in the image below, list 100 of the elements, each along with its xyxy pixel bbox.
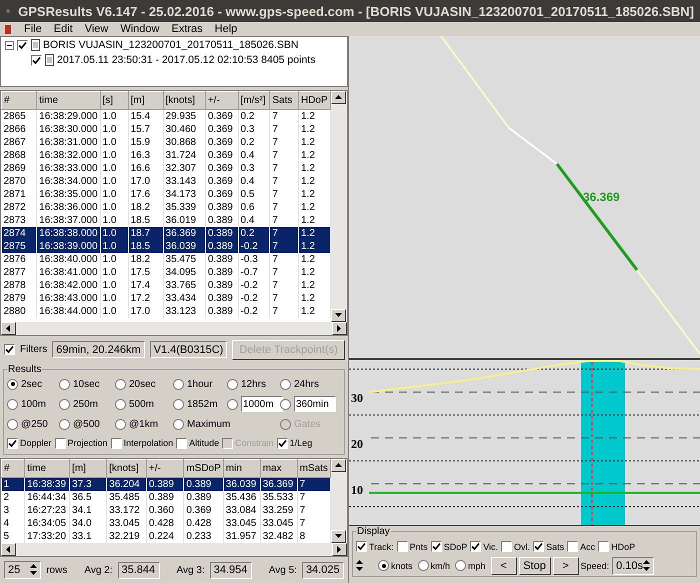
menu-item[interactable]: Edit — [54, 23, 73, 35]
input-field[interactable]: 360min — [294, 396, 336, 412]
radio-button[interactable] — [7, 378, 18, 390]
table-row[interactable]: 2880 16:38:44.000 1.0 17.0 33.123 0.389 -0.2 7 1.2 — [2, 304, 330, 318]
table-row[interactable]: 2876 16:38:40.000 1.0 18.2 35.475 0.389 -0.3 7 1.2 — [2, 252, 330, 266]
table-row[interactable]: 4 16:34:05 34.0 33.045 0.428 0.428 33.045 33.045 7 — [2, 516, 330, 530]
playback-button[interactable]: < — [490, 556, 517, 574]
vertical-scrollbar[interactable] — [331, 458, 347, 543]
column-header[interactable]: [m] — [128, 91, 164, 110]
checkbox[interactable] — [17, 40, 28, 50]
table-row[interactable]: 5 17:33:20 33.1 32.219 0.224 0.233 31.957 32.482 8 — [2, 530, 330, 543]
column-header[interactable]: [s] — [100, 91, 128, 110]
table-row[interactable]: 2872 16:38:36.000 1.0 18.2 35.339 0.389 0.6 7 1.2 — [2, 200, 330, 214]
menu-item[interactable]: Extras — [171, 23, 203, 35]
checkbox[interactable] — [54, 438, 66, 449]
playback-button[interactable]: Stop — [518, 556, 551, 574]
column-header[interactable]: [m/s²] — [238, 91, 270, 110]
radio-button[interactable] — [378, 560, 389, 571]
table-row[interactable]: 2866 16:38:30.000 1.0 15.7 30.460 0.369 0.3 7 1.2 — [2, 122, 330, 136]
column-header[interactable]: +/- — [146, 459, 184, 478]
table-row[interactable]: 2879 16:38:43.000 1.0 17.2 33.434 0.389 -0.2 7 1.2 — [2, 292, 330, 305]
table-row[interactable]: 2870 16:38:34.000 1.0 17.0 33.143 0.369 0.4 7 1.2 — [2, 174, 330, 188]
radio-button[interactable] — [115, 398, 126, 410]
input-field[interactable]: 1000m — [241, 396, 283, 412]
radio-button[interactable] — [418, 560, 429, 571]
radio-button[interactable] — [227, 398, 238, 410]
radio-button[interactable] — [227, 378, 238, 390]
horizontal-scrollbar[interactable] — [1, 543, 347, 556]
column-header[interactable]: # — [2, 459, 25, 478]
checkbox[interactable] — [110, 438, 122, 449]
table-row[interactable]: 2871 16:38:35.000 1.0 17.6 34.173 0.369 0.5 7 1.2 — [2, 188, 330, 201]
column-header[interactable]: [knots] — [163, 91, 206, 110]
table-row[interactable]: 2873 16:38:37.000 1.0 18.5 36.019 0.389 0.4 7 1.2 — [2, 214, 330, 227]
checkbox[interactable] — [176, 438, 188, 449]
horizontal-scrollbar[interactable] — [1, 322, 347, 335]
checkbox[interactable] — [31, 54, 42, 66]
checkbox[interactable] — [430, 541, 442, 552]
radio-button[interactable] — [173, 378, 184, 390]
radio-button[interactable] — [173, 418, 184, 430]
checkbox[interactable] — [7, 438, 18, 449]
playback-button[interactable]: > — [552, 556, 579, 574]
checkbox[interactable] — [598, 541, 610, 552]
vertical-scrollbar[interactable] — [331, 90, 347, 322]
radio-button[interactable] — [455, 560, 466, 571]
checkbox[interactable] — [533, 541, 544, 552]
speed-spinner[interactable]: 0.10s — [612, 556, 654, 574]
checkbox[interactable] — [356, 541, 367, 552]
checkbox[interactable] — [396, 541, 408, 552]
column-header[interactable]: HDoP — [298, 91, 330, 110]
collapse-icon[interactable] — [5, 40, 14, 50]
menu-item[interactable]: Window — [120, 23, 160, 35]
table-row[interactable]: 3 16:27:23 34.1 33.172 0.360 0.369 33.084 33.259 7 — [2, 504, 330, 517]
menu-item[interactable]: File — [24, 23, 42, 35]
column-header[interactable]: [m] — [70, 459, 107, 478]
checkbox[interactable] — [567, 541, 578, 552]
radio-button[interactable] — [7, 398, 18, 410]
column-header[interactable]: max — [260, 459, 298, 478]
radio-button[interactable] — [280, 378, 291, 390]
column-header[interactable]: time — [36, 91, 100, 110]
column-header[interactable]: mSDoP — [184, 459, 224, 478]
scroll-button[interactable] — [331, 90, 346, 104]
table-row[interactable]: 2878 16:38:42.000 1.0 17.4 33.765 0.389 -0.2 7 1.2 — [2, 278, 330, 292]
table-row[interactable]: 2869 16:38:33.000 1.0 16.6 32.307 0.369 0.3 7 1.2 — [2, 162, 330, 175]
checkbox[interactable] — [4, 344, 15, 356]
scroll-button[interactable] — [331, 308, 346, 322]
table-row[interactable]: 2867 16:38:31.000 1.0 15.9 30.868 0.369 0.2 7 1.2 — [2, 136, 330, 149]
scroll-button[interactable] — [332, 543, 347, 556]
column-header[interactable]: [knots] — [106, 459, 146, 478]
checkbox[interactable] — [470, 541, 482, 552]
table-row[interactable]: 1 16:38:39 37.3 36.204 0.389 0.389 36.039 36.369 7 — [2, 477, 330, 491]
menu-item[interactable]: Help — [214, 23, 238, 35]
column-header[interactable]: mSats — [297, 459, 330, 478]
column-header[interactable]: +/- — [205, 91, 238, 110]
table-row[interactable]: 2 16:44:34 36.5 35.485 0.389 0.389 35.436 35.533 7 — [2, 490, 330, 504]
scroll-button[interactable] — [1, 543, 16, 556]
radio-button[interactable] — [59, 418, 70, 430]
radio-button[interactable] — [115, 378, 126, 390]
table-row[interactable]: 2877 16:38:41.000 1.0 17.5 34.095 0.389 -0.7 7 1.2 — [2, 266, 330, 279]
spinner-arrows[interactable] — [356, 558, 366, 572]
radio-button[interactable] — [173, 398, 184, 410]
radio-button[interactable] — [59, 398, 70, 410]
column-header[interactable]: # — [2, 91, 37, 110]
tree-item[interactable]: 2017.05.11 23:50:31 - 2017.05.12 02:10:53 8405 points — [57, 54, 316, 66]
radio-button[interactable] — [59, 378, 70, 390]
table-row[interactable]: 2874 16:38:38.000 1.0 18.7 36.369 0.389 0.2 7 1.2 — [2, 226, 330, 240]
scroll-button[interactable] — [331, 530, 346, 543]
checkbox[interactable] — [501, 541, 512, 552]
rows-spinner[interactable]: 25 — [4, 561, 42, 579]
tree-item[interactable]: BORIS VUJASIN_123200701_20170511_185026.SBN — [43, 39, 298, 51]
table-row[interactable]: 2875 16:38:39.000 1.0 18.5 36.039 0.389 -0.2 7 1.2 — [2, 240, 330, 253]
table-row[interactable]: 2868 16:38:32.000 1.0 16.3 31.724 0.369 0.4 7 1.2 — [2, 148, 330, 162]
table-row[interactable]: 2865 16:38:29.000 1.0 15.4 29.935 0.369 0.2 7 1.2 — [2, 109, 330, 123]
column-header[interactable]: min — [223, 459, 260, 478]
column-header[interactable]: Sats — [270, 91, 298, 110]
radio-button[interactable] — [7, 418, 18, 430]
scroll-button[interactable] — [331, 458, 346, 472]
scroll-button[interactable] — [332, 322, 347, 335]
radio-button[interactable] — [115, 418, 126, 430]
scroll-button[interactable] — [1, 322, 16, 335]
checkbox[interactable] — [276, 438, 288, 449]
